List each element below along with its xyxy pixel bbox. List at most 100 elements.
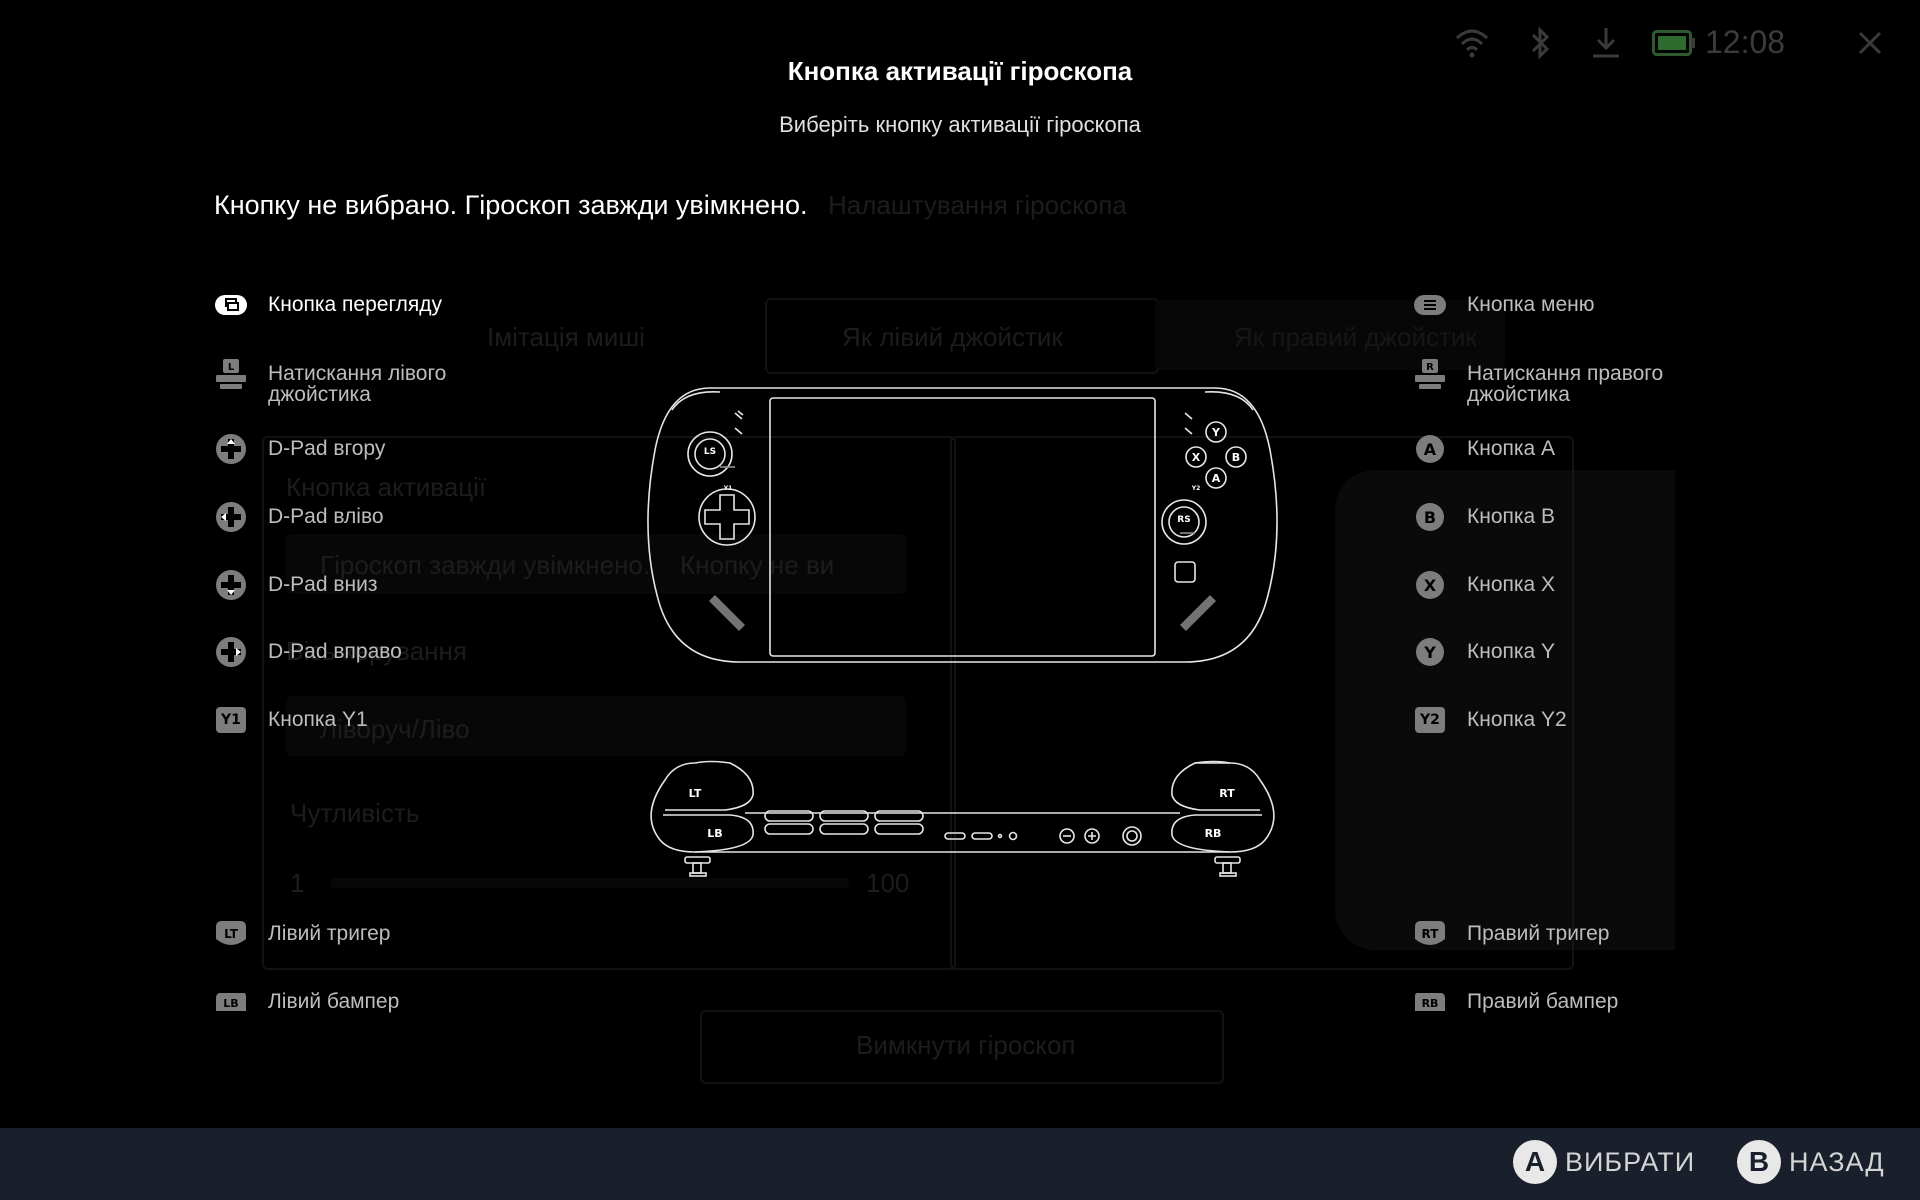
option-view-button[interactable]: Кнопка перегляду <box>214 288 498 322</box>
option-label: D-Pad вгору <box>268 437 386 460</box>
left-stick-press-icon: L <box>214 357 248 391</box>
option-label: Кнопка B <box>1467 505 1556 528</box>
left-trigger-icon: LT <box>214 917 248 951</box>
device-lb-label: LB <box>707 827 722 840</box>
option-x-button[interactable]: X Кнопка X <box>1413 568 1697 602</box>
bg-disable-button <box>700 1010 1224 1084</box>
right-trigger-icon: RT <box>1413 917 1447 951</box>
option-a-button[interactable]: A Кнопка A <box>1413 432 1697 466</box>
select-hint-button[interactable]: A ВИБРАТИ <box>1513 1140 1695 1184</box>
option-label: Натискання правого джойстика <box>1467 362 1664 406</box>
b-badge: B <box>1416 503 1444 531</box>
option-dpad-right[interactable]: D-Pad вправо <box>214 635 498 669</box>
a-button-icon: A <box>1413 432 1447 466</box>
wifi-icon <box>1455 29 1489 58</box>
y1-badge: Y1 <box>216 707 246 733</box>
option-left-bumper[interactable]: LB Лівий бампер <box>214 985 498 1019</box>
y2-badge: Y2 <box>1415 707 1445 733</box>
menu-button-icon <box>1413 288 1447 322</box>
option-label: Кнопка X <box>1467 573 1556 596</box>
device-a-label: A <box>1212 472 1221 485</box>
lt-badge-text: LT <box>224 927 239 941</box>
option-right-bumper[interactable]: RB Правий бампер <box>1413 985 1697 1019</box>
close-icon[interactable] <box>1857 30 1883 56</box>
right-bumper-icon: RB <box>1413 985 1447 1019</box>
bg-tab-left-stick: Як лівий джойстик <box>842 322 1063 352</box>
device-x-label: X <box>1192 451 1201 464</box>
device-front-illustration: LS RS Y1 Y2 Y X B A <box>647 387 1278 663</box>
dialog-subtitle: Виберіть кнопку активації гіроскопа <box>779 112 1141 137</box>
bg-tab-left-box <box>765 298 1159 374</box>
option-label: D-Pad вліво <box>268 505 384 528</box>
option-dpad-left[interactable]: D-Pad вліво <box>214 500 498 534</box>
bg-tab-mouse: Імітація миші <box>487 322 645 352</box>
select-hint-label: ВИБРАТИ <box>1565 1146 1696 1177</box>
option-label: Кнопка Y1 <box>268 708 368 731</box>
option-dpad-down[interactable]: D-Pad вниз <box>214 568 498 602</box>
battery-icon <box>1652 30 1695 56</box>
view-button-icon <box>214 288 248 322</box>
x-button-icon: X <box>1413 568 1447 602</box>
device-lt-label: LT <box>689 787 702 800</box>
option-y2-button[interactable]: Y2 Кнопка Y2 <box>1413 703 1697 737</box>
device-y1-label: Y1 <box>723 485 733 492</box>
option-label: Кнопка A <box>1467 437 1556 460</box>
bg-activation-label: Кнопка активації <box>286 472 487 502</box>
svg-text:L: L <box>228 362 235 373</box>
y-button-icon: Y <box>1413 635 1447 669</box>
option-label: Правий тригер <box>1467 922 1610 945</box>
bg-sensitivity-label: Чутливість <box>290 798 420 828</box>
x-badge: X <box>1416 571 1444 599</box>
rt-badge-text: RT <box>1422 927 1440 941</box>
option-left-trigger[interactable]: LT Лівий тригер <box>214 917 498 951</box>
bg-tab-right-stick: Як правий джойстик <box>1234 322 1477 352</box>
option-label: D-Pad вправо <box>268 640 402 663</box>
option-label: Лівий тригер <box>268 922 391 945</box>
download-icon <box>1593 28 1619 58</box>
option-label: Кнопка меню <box>1467 293 1595 316</box>
y-badge: Y <box>1416 638 1444 666</box>
lb-badge-text: LB <box>223 997 238 1010</box>
dpad-right-icon <box>214 635 248 669</box>
device-rt-label: RT <box>1219 787 1235 800</box>
b-button-icon: B <box>1413 500 1447 534</box>
bg-disable-label: Вимкнути гіроскоп <box>856 1030 1076 1060</box>
b-key-icon: B <box>1737 1140 1781 1184</box>
option-label: Правий бампер <box>1467 990 1619 1013</box>
device-b-label: B <box>1232 451 1240 464</box>
device-rb-label: RB <box>1205 827 1222 840</box>
device-y-label: Y <box>1211 426 1221 439</box>
svg-text:R: R <box>1426 362 1434 373</box>
option-label: Натискання лівого джойстика <box>268 362 447 406</box>
option-right-trigger[interactable]: RT Правий тригер <box>1413 917 1697 951</box>
y2-button-icon: Y2 <box>1413 703 1447 737</box>
dpad-up-icon <box>214 432 248 466</box>
a-key-icon: A <box>1513 1140 1557 1184</box>
option-y-button[interactable]: Y Кнопка Y <box>1413 635 1697 669</box>
option-b-button[interactable]: B Кнопка B <box>1413 500 1697 534</box>
option-left-stick-press[interactable]: L Натискання лівого джойстика <box>214 357 498 405</box>
option-y1-button[interactable]: Y1 Кнопка Y1 <box>214 703 498 737</box>
back-hint-label: НАЗАД <box>1789 1146 1885 1177</box>
option-label: D-Pad вниз <box>268 573 378 596</box>
device-y2-label: Y2 <box>1191 485 1201 492</box>
option-label: Кнопка Y2 <box>1467 708 1567 731</box>
dpad-down-icon <box>214 568 248 602</box>
bg-heading: Налаштування гіроскопа <box>828 190 1127 220</box>
rb-badge-text: RB <box>1422 997 1439 1010</box>
dpad-left-icon <box>214 500 248 534</box>
activation-status-message: Кнопку не вибрано. Гіроскоп завжди увімк… <box>214 190 808 220</box>
option-right-stick-press[interactable]: R Натискання правого джойстика <box>1413 357 1697 405</box>
left-bumper-icon: LB <box>214 985 248 1019</box>
dialog-title: Кнопка активації гіроскопа <box>787 56 1133 86</box>
option-menu-button[interactable]: Кнопка меню <box>1413 288 1697 322</box>
y1-button-icon: Y1 <box>214 703 248 737</box>
option-dpad-up[interactable]: D-Pad вгору <box>214 432 498 466</box>
option-label: Кнопка перегляду <box>268 293 443 316</box>
a-badge: A <box>1416 435 1444 463</box>
right-stick-press-icon: R <box>1413 357 1447 391</box>
device-rs-label: RS <box>1177 515 1190 525</box>
device-ls-label: LS <box>704 447 716 457</box>
device-top-illustration: LT LB RT RB <box>650 760 1275 877</box>
back-hint-button[interactable]: B НАЗАД <box>1737 1140 1885 1184</box>
